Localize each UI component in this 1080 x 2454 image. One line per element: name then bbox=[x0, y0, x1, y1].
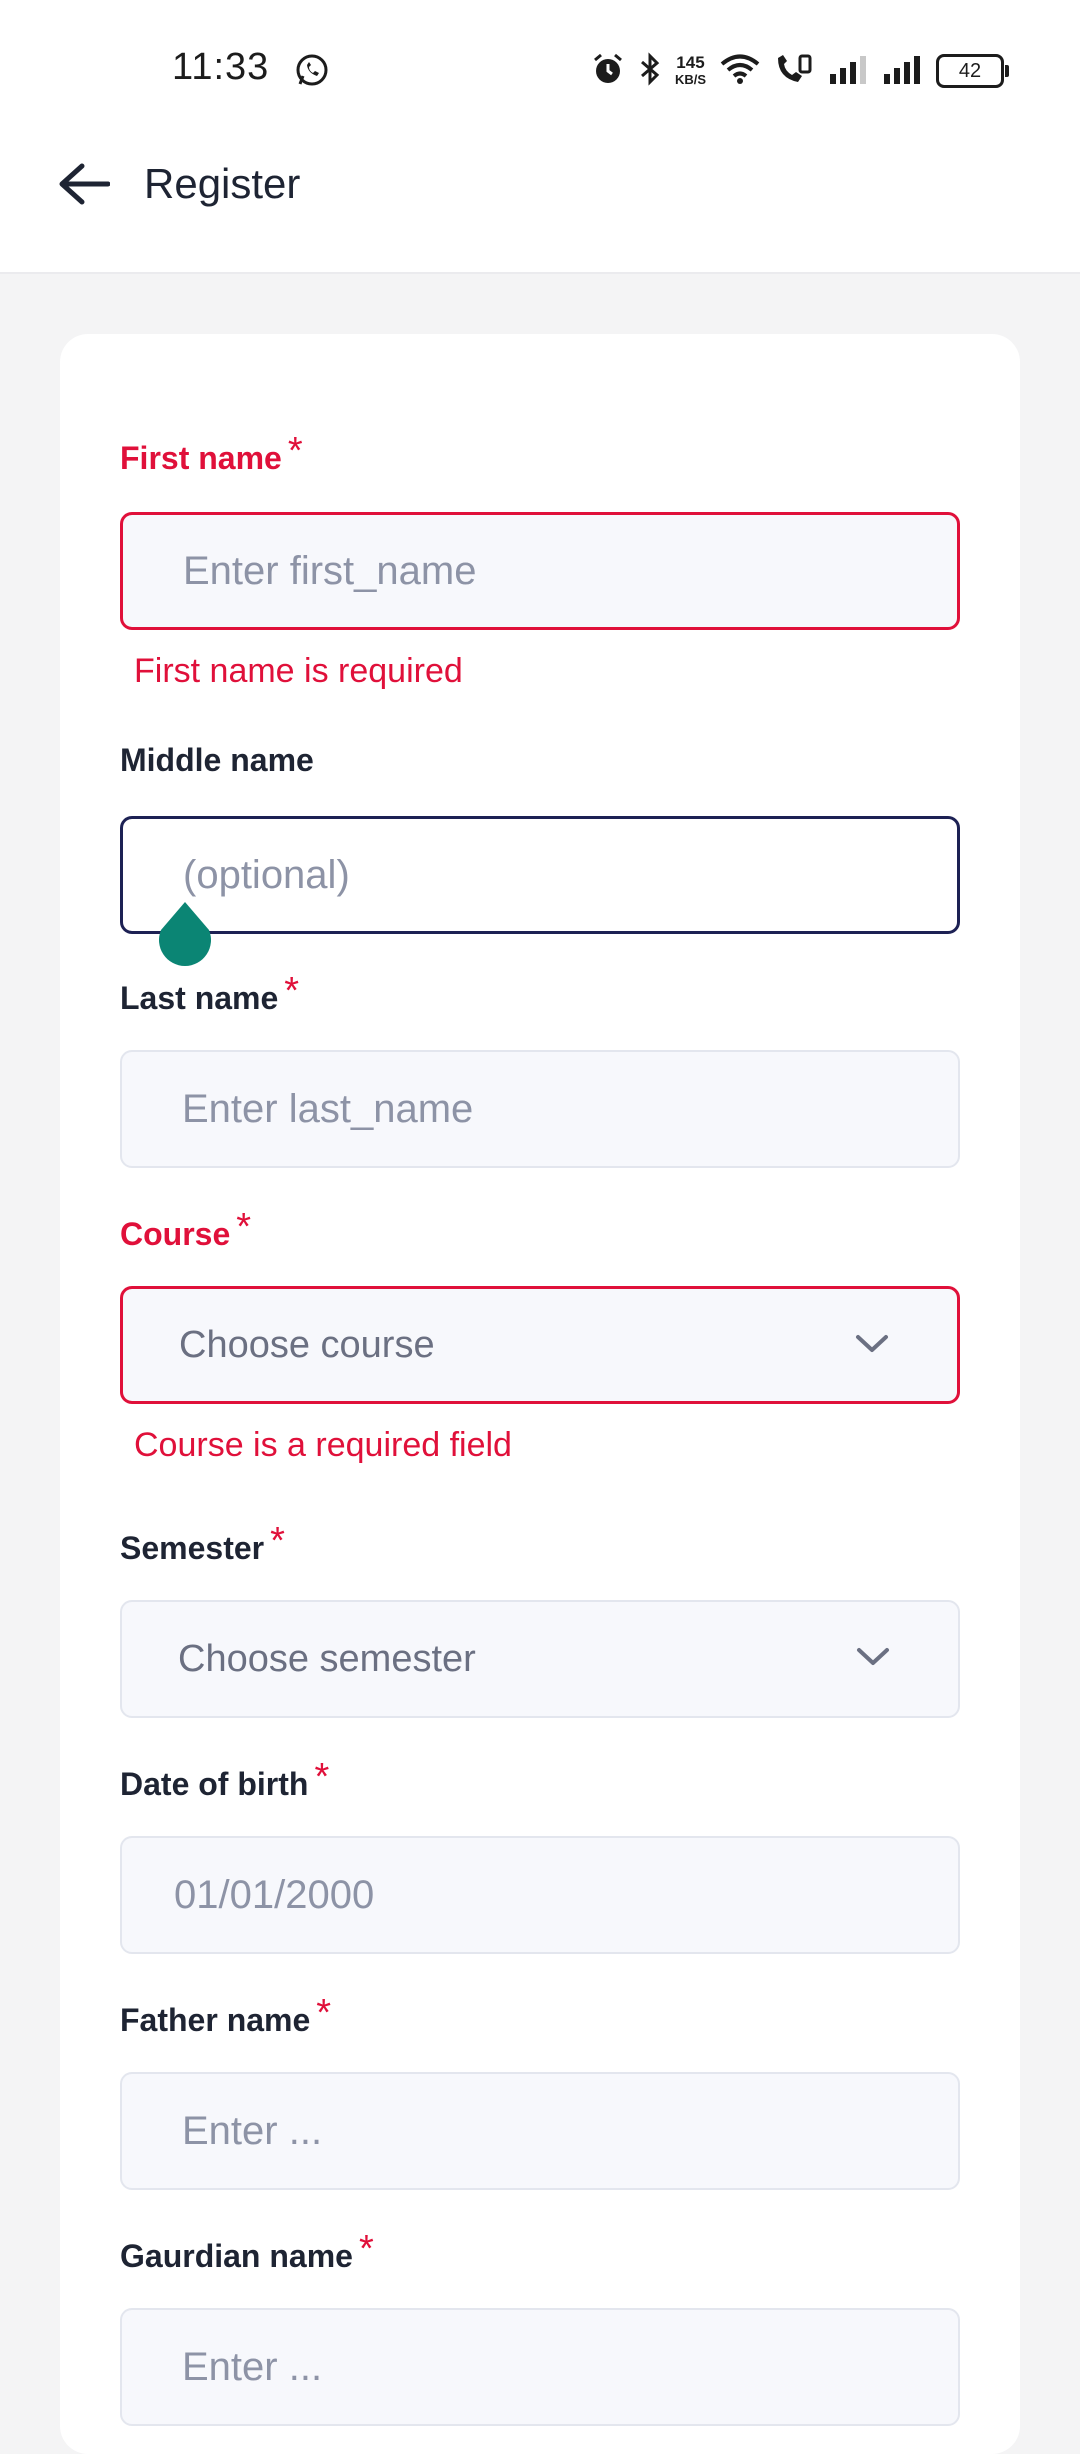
middle-name-input[interactable]: (optional) bbox=[120, 816, 960, 934]
wifi-icon bbox=[720, 53, 760, 90]
semester-label: Semester * bbox=[120, 1520, 285, 1566]
chevron-down-icon bbox=[856, 1335, 888, 1352]
required-mark: * bbox=[316, 1992, 332, 2034]
first-name-input[interactable]: Enter first_name bbox=[120, 512, 960, 630]
dob-input[interactable]: 01/01/2000 bbox=[120, 1836, 960, 1954]
required-mark: * bbox=[358, 2228, 374, 2270]
required-mark: * bbox=[287, 430, 303, 472]
father-name-placeholder: Enter ... bbox=[182, 2108, 323, 2153]
dob-placeholder: 01/01/2000 bbox=[174, 1872, 375, 1917]
page-title: Register bbox=[144, 160, 301, 207]
required-mark: * bbox=[284, 970, 300, 1012]
course-label: Course * bbox=[120, 1206, 252, 1252]
course-placeholder: Choose course bbox=[179, 1323, 435, 1366]
status-time: 11:33 bbox=[172, 46, 270, 88]
father-name-input[interactable]: Enter ... bbox=[120, 2072, 960, 2190]
middle-name-label: Middle name bbox=[120, 742, 314, 778]
last-name-label: Last name * bbox=[120, 970, 300, 1016]
father-name-label: Father name * bbox=[120, 1992, 332, 2038]
whatsapp-icon bbox=[294, 52, 330, 93]
bluetooth-icon bbox=[639, 51, 661, 91]
dob-label: Date of birth * bbox=[120, 1756, 330, 1802]
course-select[interactable]: Choose course bbox=[120, 1286, 960, 1404]
guardian-name-label: Gaurdian name * bbox=[120, 2228, 374, 2274]
network-speed: 145 KB/S bbox=[674, 53, 706, 87]
app-bar: Register bbox=[0, 130, 1080, 274]
signal-icon-2 bbox=[882, 54, 922, 89]
required-mark: * bbox=[236, 1206, 252, 1248]
alarm-icon bbox=[591, 52, 625, 91]
semester-placeholder: Choose semester bbox=[178, 1637, 476, 1680]
last-name-placeholder: Enter last_name bbox=[182, 1086, 474, 1131]
first-name-label: First name * bbox=[120, 430, 303, 476]
guardian-name-placeholder: Enter ... bbox=[182, 2344, 323, 2389]
first-name-placeholder: Enter first_name bbox=[183, 548, 477, 593]
volte-call-icon bbox=[774, 52, 814, 91]
course-error: Course is a required field bbox=[134, 1426, 512, 1464]
arrow-left-icon bbox=[59, 163, 110, 205]
register-form-card: First name * Enter first_name First name … bbox=[60, 334, 1020, 2454]
last-name-input[interactable]: Enter last_name bbox=[120, 1050, 960, 1168]
required-mark: * bbox=[270, 1520, 285, 1562]
battery-icon: 42 bbox=[936, 54, 1009, 88]
guardian-name-input[interactable]: Enter ... bbox=[120, 2308, 960, 2426]
status-icons: 145 KB/S 42 bbox=[591, 48, 1009, 94]
semester-select[interactable]: Choose semester bbox=[120, 1600, 960, 1718]
chevron-down-icon bbox=[857, 1648, 889, 1665]
first-name-error: First name is required bbox=[134, 652, 463, 690]
back-button[interactable] bbox=[52, 152, 116, 216]
middle-name-placeholder: (optional) bbox=[183, 852, 350, 897]
signal-icon-1 bbox=[828, 54, 868, 89]
text-cursor-handle[interactable] bbox=[154, 900, 216, 977]
required-mark: * bbox=[314, 1756, 330, 1798]
status-bar: 11:33 145 KB/S 42 bbox=[0, 0, 1080, 130]
